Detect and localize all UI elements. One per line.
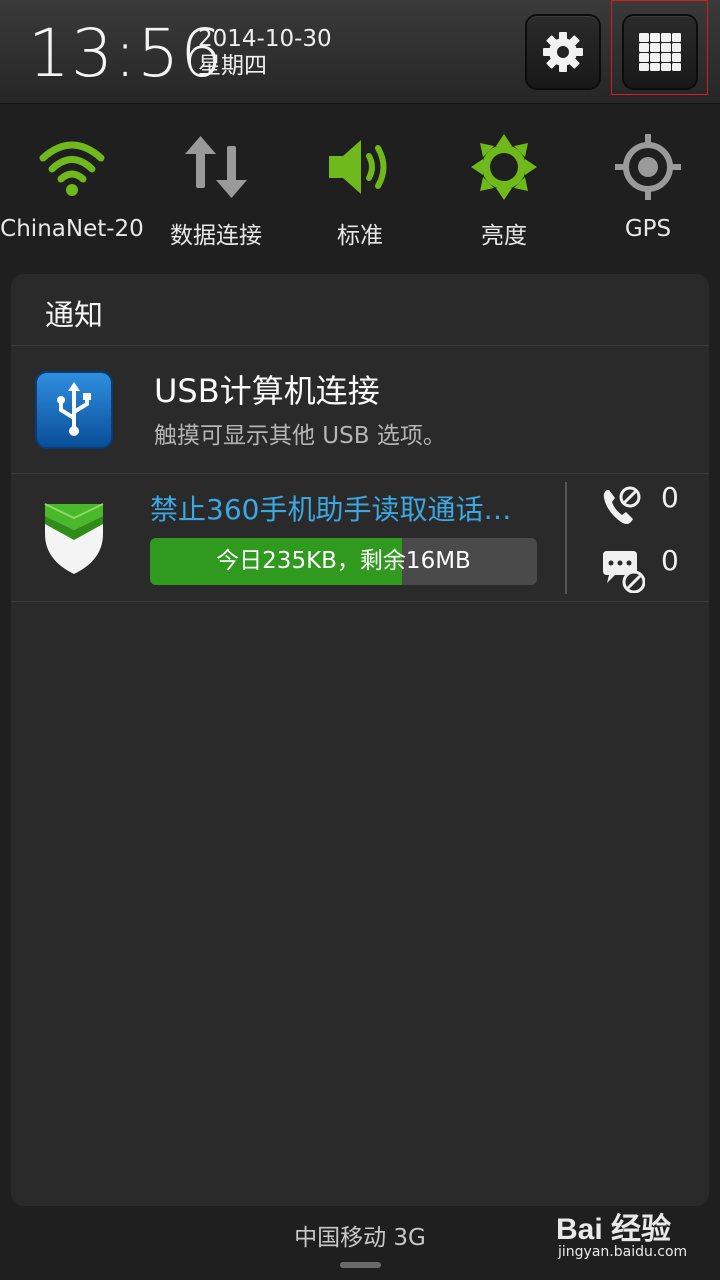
notifications-title: 通知 <box>45 298 104 332</box>
traffic-progress-bar: 今日235KB，剩余16MB <box>150 538 537 585</box>
data-sync-icon <box>185 136 247 198</box>
notification-panel: 通知 USB计算机连接 触摸可显示其他 USB 选项。 禁止360手机助手读取通… <box>11 274 709 1206</box>
shield-icon <box>44 503 104 574</box>
usb-notification-subtitle: 触摸可显示其他 USB 选项。 <box>154 423 446 449</box>
gear-icon <box>543 32 583 72</box>
date-block: 2014-10-30 星期四 <box>198 26 332 80</box>
toggle-wifi[interactable]: ChinaNet-20 <box>0 118 144 258</box>
blocked-call-count: 0 <box>661 481 679 514</box>
toggle-data[interactable]: 数据连接 <box>144 118 288 258</box>
toggle-label: 标准 <box>337 223 383 249</box>
security-notification-title: 禁止360手机助手读取通话… <box>150 493 512 526</box>
highlight-box <box>611 0 708 95</box>
date-text: 2014-10-30 <box>198 26 332 52</box>
usb-notification-title: USB计算机连接 <box>154 372 380 410</box>
usb-icon <box>35 371 113 449</box>
vertical-divider <box>565 482 567 594</box>
toggle-label: 数据连接 <box>170 223 262 249</box>
wifi-icon <box>39 141 105 196</box>
toggle-brightness[interactable]: 亮度 <box>432 118 576 258</box>
brightness-icon <box>471 134 537 200</box>
divider <box>11 601 709 602</box>
divider <box>11 345 709 346</box>
toggle-gps[interactable]: GPS <box>576 118 720 258</box>
watermark-logo: Bai 经验 <box>556 1213 672 1246</box>
quick-toggles: ChinaNet-20 数据连接 标准 亮度 GPS <box>0 118 720 258</box>
settings-button[interactable] <box>525 14 601 90</box>
clock: 13:56 <box>28 15 224 92</box>
divider <box>11 473 709 474</box>
blocked-message-count: 0 <box>661 544 679 577</box>
watermark: Bai 经验 jingyan.baidu.com <box>556 1200 716 1270</box>
watermark-url: jingyan.baidu.com <box>558 1244 688 1260</box>
gps-icon <box>615 134 681 200</box>
toggle-label: GPS <box>624 216 672 242</box>
weekday-text: 星期四 <box>198 53 267 79</box>
toggle-label: ChinaNet-20 <box>0 216 144 242</box>
drag-handle[interactable] <box>340 1262 381 1268</box>
toggle-sound[interactable]: 标准 <box>288 118 432 258</box>
blocked-message-icon[interactable] <box>601 549 645 593</box>
status-header: 13:56 2014-10-30 星期四 <box>0 0 720 104</box>
volume-icon <box>329 140 387 194</box>
traffic-usage-text: 今日235KB，剩余16MB <box>216 548 471 574</box>
blocked-call-icon[interactable] <box>601 486 641 526</box>
toggle-label: 亮度 <box>481 223 527 249</box>
